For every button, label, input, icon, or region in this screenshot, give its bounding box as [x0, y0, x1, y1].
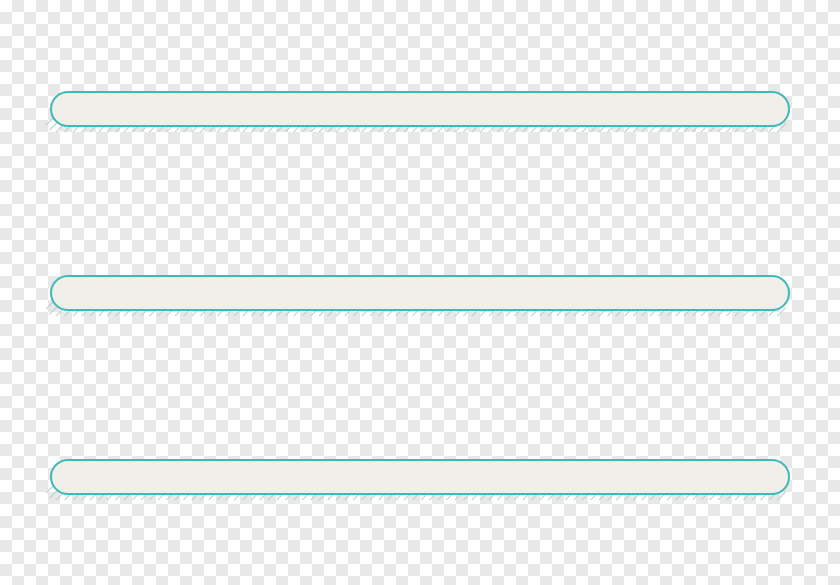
menu-bar-fill — [50, 275, 790, 311]
menu-bar-2 — [50, 275, 790, 311]
menu-icon — [50, 91, 790, 495]
menu-bar-fill — [50, 459, 790, 495]
menu-bar-3 — [50, 459, 790, 495]
menu-bar-fill — [50, 91, 790, 127]
menu-bar-1 — [50, 91, 790, 127]
